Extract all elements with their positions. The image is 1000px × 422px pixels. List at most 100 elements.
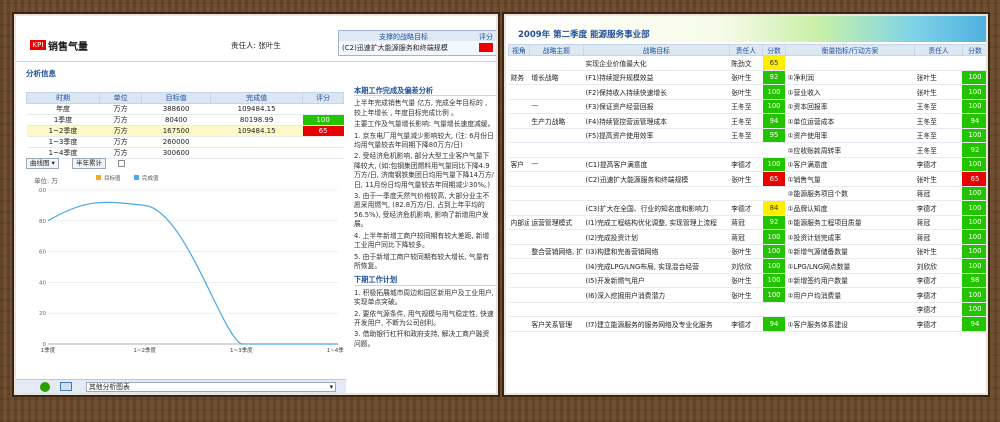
cell-view <box>508 244 530 259</box>
cell-goal[interactable] <box>583 142 730 158</box>
kpi-title: 销售气量 <box>48 42 88 53</box>
scorecard-row[interactable]: (I5)开发新燃气用户 张叶生 100 ①新增签约用户数量 李德才 98 <box>508 273 986 288</box>
cell-kpi[interactable]: ②应收账款周转率 <box>785 142 915 158</box>
scorecard-row[interactable]: 财务 增长战略 (F1)持续提升规模效益 张叶生 92 ①净利润 张叶生 100 <box>508 70 986 85</box>
cell-owner: 张叶生 <box>729 84 763 100</box>
cell-goal[interactable]: (I3)构建和完善营销网络 <box>583 244 730 259</box>
cell-goal[interactable]: (I1)完成工程结构优化调整, 实现管理上流程 <box>583 215 730 230</box>
chart-type-dropdown[interactable]: 曲线图 ▾ <box>26 158 59 169</box>
scorecard-row[interactable]: 客户 — (C1)提高客户满意度 李德才 100 ①客户满意度 李德才 100 <box>508 157 986 172</box>
cell-kpi[interactable]: ①客户服务体系建设 <box>785 316 915 332</box>
cell-kpi[interactable]: ①净利润 <box>785 70 915 85</box>
cell-kpi[interactable]: ①销售气量 <box>785 171 915 187</box>
cell-kpi[interactable]: ①资本回报率 <box>785 99 915 114</box>
column-header: 战略目标 <box>582 44 730 56</box>
scorecard-row[interactable]: (I2)完成投资计划 蒋冠 100 ①投资计划完成率 蒋冠 100 <box>508 229 986 245</box>
add-icon[interactable] <box>40 382 50 392</box>
table-row[interactable]: 1~2季度 万方 167500 109484.15 65 <box>26 125 344 137</box>
plan-item: 2. 要依气源条件, 用气规模与用气稳定性, 快速开发用户, 不断为公司创利。 <box>354 309 494 327</box>
cell-score: 94 <box>762 113 786 129</box>
scorecard-row[interactable]: ②应收账款周转率 王冬至 92 <box>508 142 986 158</box>
cell-kpi-owner: 王冬至 <box>914 113 963 129</box>
cell-goal[interactable] <box>583 302 730 317</box>
cell-kpi[interactable]: ①投资计划完成率 <box>785 229 915 245</box>
cell-view <box>508 186 530 201</box>
cell-goal[interactable]: (C1)提高客户满意度 <box>583 157 730 172</box>
cell-kpi[interactable]: ①营业收入 <box>785 84 915 100</box>
cell-owner: 李德才 <box>729 157 763 172</box>
cell-kpi-score: 100 <box>962 302 986 317</box>
scorecard-row[interactable]: (F2)保持收入持续快速增长 张叶生 100 ①营业收入 张叶生 100 <box>508 84 986 100</box>
scorecard-row[interactable]: 生产力战略 (F4)持续管控营运管理成本 王冬至 94 ①单位运营成本 王冬至 94 <box>508 113 986 129</box>
cell-kpi[interactable]: ①能源服务工程项目质量 <box>785 215 915 230</box>
cell-owner: 蒋冠 <box>729 215 763 230</box>
table-row[interactable]: 年度 万方 388600 109484.15 <box>26 103 344 115</box>
scorecard-row[interactable]: (I6)深入挖掘用户消费潜力 张叶生 100 ①用户户均消费量 李德才 100 <box>508 287 986 303</box>
analysis-item: 4. 上半年新增工商户较同期有较大差距, 新增工业用户同比下降较多。 <box>354 231 490 250</box>
cell-kpi[interactable]: ①资产使用率 <box>785 128 915 143</box>
cell-kpi[interactable]: ①单位运营成本 <box>785 113 915 129</box>
cell-view <box>508 287 530 303</box>
cell-unit: 万方 <box>99 136 142 148</box>
scorecard-row[interactable]: 客户关系管理 (I7)建立能源服务的服务网络及专业化服务 李德才 94 ①客户服务体系建… <box>508 316 986 332</box>
cell-kpi[interactable]: ①LPG/LNG网点数量 <box>785 258 915 274</box>
x-tick-label: 1~2季度 <box>133 346 156 354</box>
cell-goal[interactable]: (C2)迅速扩大能源服务和终端规模 <box>583 171 730 187</box>
cell-goal[interactable]: (C3)扩大在全国、行业的知名度和影响力 <box>583 200 730 216</box>
cell-goal[interactable]: (I5)开发新燃气用户 <box>583 273 730 288</box>
analysis-item: 5. 由于新增工商户较同期有较大增长, 气量有所恢复。 <box>354 252 490 270</box>
chevron-down-icon: ▾ <box>329 383 333 391</box>
cell-kpi-owner: 李德才 <box>914 287 963 303</box>
cell-view <box>508 273 530 288</box>
scorecard-row[interactable]: 李德才 100 <box>508 302 986 317</box>
scorecard-row[interactable]: ②能源服务项目个数 蒋冠 100 <box>508 186 986 201</box>
cell-score: 95 <box>762 128 786 143</box>
cell-goal[interactable]: (F3)保证资产经营回报 <box>583 99 730 114</box>
cell-goal[interactable]: (I4)完成LPG/LNG布局, 实现混合经营 <box>583 258 730 274</box>
scorecard-row[interactable]: 实现企业价值最大化 陈劲文 65 <box>508 55 986 71</box>
table-row[interactable]: 1季度 万方 80400 80198.99 100 <box>26 114 344 126</box>
cell-kpi[interactable]: ①新增气源储备数量 <box>785 244 915 259</box>
cell-goal[interactable]: (F2)保持收入持续快速增长 <box>583 84 730 100</box>
cell-kpi[interactable]: ①新增签约用户数量 <box>785 273 915 288</box>
cell-goal[interactable]: (F1)持续提升规模效益 <box>583 70 730 85</box>
column-header: 分数 <box>961 44 986 56</box>
cell-theme <box>529 128 584 143</box>
cell-kpi[interactable]: ①用户户均消费量 <box>785 287 915 303</box>
cell-goal[interactable]: (F5)提高资产使用效率 <box>583 128 730 143</box>
scorecard-row[interactable]: (C2)迅速扩大能源服务和终端规模 张叶生 65 ①销售气量 张叶生 65 <box>508 171 986 187</box>
scorecard-row[interactable]: 内部运营运营管理模式(I1)完成工程结构优化调整, 实现管理上流程蒋冠92①能源… <box>508 215 986 230</box>
cell-kpi[interactable]: ②能源服务项目个数 <box>785 186 915 201</box>
cell-target: 388600 <box>141 103 211 115</box>
cell-kpi-score: 100 <box>962 229 986 245</box>
cumulative-checkbox[interactable] <box>118 160 125 167</box>
column-header: 责任人 <box>728 44 764 56</box>
cell-kpi[interactable]: ①客户满意度 <box>785 157 915 172</box>
cell-kpi[interactable] <box>785 55 915 71</box>
cell-kpi-score: 65 <box>962 171 986 187</box>
scorecard-row[interactable]: (C3)扩大在全国、行业的知名度和影响力 李德才 84 ①品牌认知度 李德才 100 <box>508 200 986 216</box>
other-charts-select[interactable]: 其他分析图表 ▾ <box>86 382 336 392</box>
cumulative-toggle-button[interactable]: 半年累计 <box>72 158 106 169</box>
cell-goal[interactable]: (I7)建立能源服务的服务网络及专业化服务 <box>583 316 730 332</box>
cell-unit: 万方 <box>99 103 142 115</box>
cell-goal[interactable]: (F4)持续管控营运管理成本 <box>583 113 730 129</box>
cell-owner: 王冬至 <box>729 99 763 114</box>
cell-goal[interactable] <box>583 186 730 201</box>
cell-goal[interactable]: (I6)深入挖掘用户消费潜力 <box>583 287 730 303</box>
cell-theme <box>529 273 584 288</box>
scorecard-row[interactable]: (I4)完成LPG/LNG布局, 实现混合经营 刘欣欣 100 ①LPG/LNG网点数… <box>508 258 986 274</box>
cell-owner: 张叶生 <box>729 287 763 303</box>
cell-goal[interactable]: (I2)完成投资计划 <box>583 229 730 245</box>
scorecard-row[interactable]: — (F3)保证资产经营回报 王冬至 100 ①资本回报率 王冬至 100 <box>508 99 986 114</box>
strategic-target-row[interactable]: (C2)迅速扩大能源服务和终端规模 <box>342 43 448 53</box>
cell-kpi[interactable] <box>785 302 915 317</box>
cell-goal[interactable]: 实现企业价值最大化 <box>583 55 730 71</box>
strategic-score-header: 评分 <box>479 33 493 41</box>
cell-kpi[interactable]: ①品牌认知度 <box>785 200 915 216</box>
table-row[interactable]: 1~3季度 万方 260000 <box>26 136 344 148</box>
cell-owner: 陈劲文 <box>729 55 763 71</box>
scorecard-row[interactable]: (F5)提高资产使用效率 王冬至 95 ①资产使用率 王冬至 100 <box>508 128 986 143</box>
chart-gallery-icon[interactable] <box>60 382 72 391</box>
scorecard-row[interactable]: 整合营销网络, 扩大市场规模(I3)构建和完善营销网络张叶生100①新增气源储备… <box>508 244 986 259</box>
